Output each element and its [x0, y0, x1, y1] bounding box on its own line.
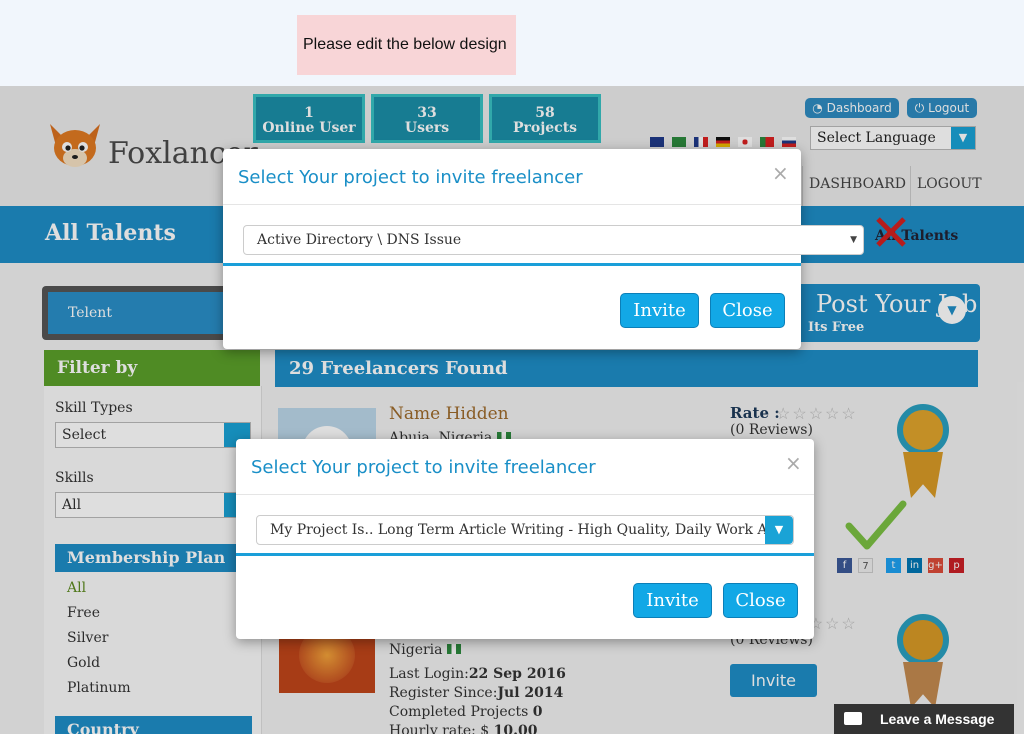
- invite-modal-top: Select Your project to invite freelancer…: [223, 149, 864, 349]
- close-button[interactable]: Close: [710, 293, 785, 328]
- leave-message-label: Leave a Message: [880, 711, 995, 727]
- envelope-icon: [844, 712, 862, 725]
- leave-message-button[interactable]: Leave a Message: [834, 704, 1014, 734]
- close-icon[interactable]: ×: [785, 451, 802, 475]
- invite-button[interactable]: Invite: [633, 583, 712, 618]
- project-select-value: Active Directory \ DNS Issue: [257, 232, 462, 248]
- modal-title: Select Your project to invite freelancer: [238, 167, 583, 188]
- modal-accent-line: [223, 263, 801, 266]
- modal-divider: [223, 204, 801, 205]
- project-select[interactable]: My Project Is.. Long Term Article Writin…: [256, 515, 794, 545]
- close-icon[interactable]: ×: [772, 161, 789, 185]
- project-select[interactable]: Active Directory \ DNS Issue ▼: [243, 225, 864, 255]
- modal-accent-line: [236, 553, 814, 556]
- chevron-down-icon: ▼: [765, 516, 793, 544]
- close-button[interactable]: Close: [723, 583, 798, 618]
- modal-title: Select Your project to invite freelancer: [251, 457, 596, 478]
- chevron-down-icon: ▼: [850, 235, 857, 245]
- modal-divider: [236, 494, 814, 495]
- project-select-value: My Project Is.. Long Term Article Writin…: [270, 522, 794, 538]
- invite-button[interactable]: Invite: [620, 293, 699, 328]
- invite-modal-bottom: Select Your project to invite freelancer…: [236, 439, 814, 639]
- edit-note: Please edit the below design: [297, 15, 516, 75]
- edit-note-text: Please edit the below design: [303, 36, 507, 53]
